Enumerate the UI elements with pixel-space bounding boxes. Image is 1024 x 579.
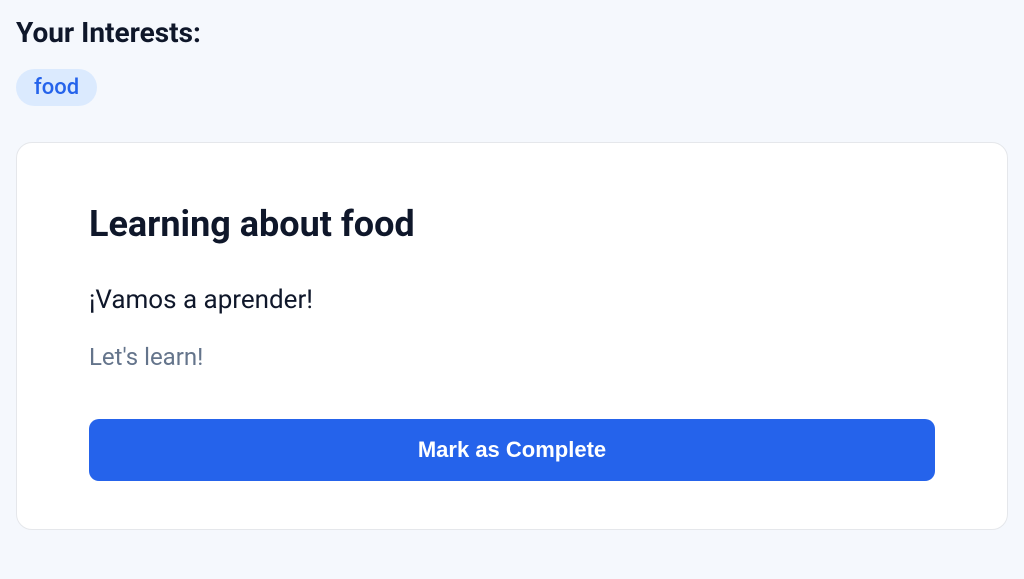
interests-title: Your Interests: (16, 16, 1008, 49)
lesson-primary-text: ¡Vamos a aprender! (89, 285, 935, 315)
lesson-title: Learning about food (89, 203, 935, 245)
interest-tag[interactable]: food (16, 69, 97, 106)
interests-tags: food (16, 69, 1008, 106)
lesson-card: Learning about food ¡Vamos a aprender! L… (16, 142, 1008, 530)
mark-complete-button[interactable]: Mark as Complete (89, 419, 935, 481)
lesson-secondary-text: Let's learn! (89, 343, 935, 371)
